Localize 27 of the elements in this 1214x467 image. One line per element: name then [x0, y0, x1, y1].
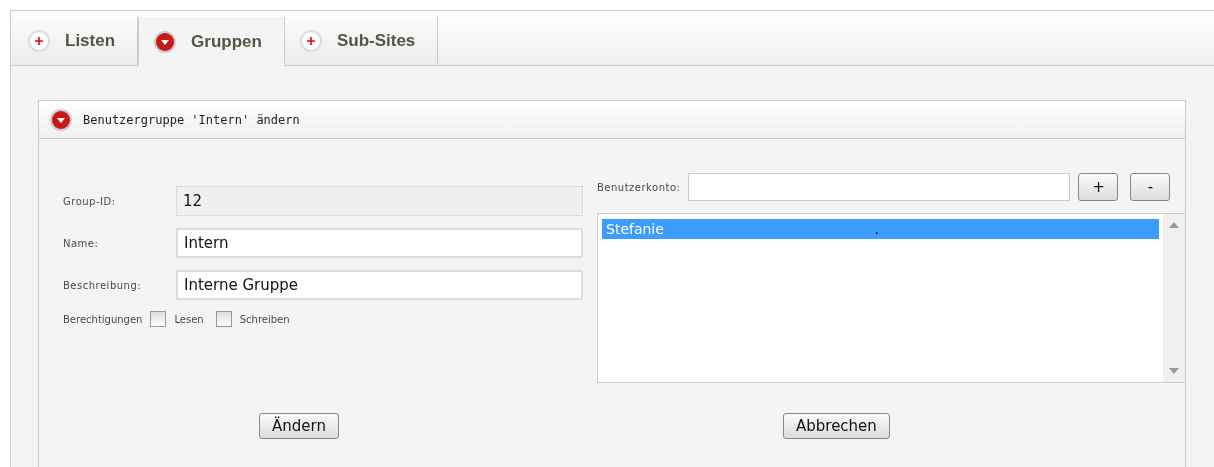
cancel-button[interactable]: Abbrechen	[783, 413, 890, 439]
tab[interactable]: Gruppen	[138, 17, 285, 66]
checkbox-label: Lesen	[174, 313, 204, 325]
scroll-down-icon[interactable]	[1169, 368, 1179, 374]
input-field[interactable]: Interne Gruppe	[176, 270, 583, 300]
collapse-icon[interactable]	[49, 107, 73, 132]
field-label: Benutzerkonto:	[597, 181, 681, 193]
checkbox[interactable]	[215, 311, 232, 327]
field-label: Group-ID:	[63, 195, 117, 207]
scrollbar[interactable]	[1163, 214, 1185, 382]
change-button[interactable]: Ändern	[259, 413, 339, 439]
collapse-icon	[153, 29, 178, 54]
list-item[interactable]: Stefanie .	[602, 219, 1159, 239]
panel-title: Benutzergruppe 'Intern' ändern	[83, 112, 300, 127]
scroll-up-icon[interactable]	[1169, 222, 1179, 228]
checkbox-label: Schreiben	[239, 313, 290, 325]
readonly-field: 12	[176, 186, 583, 216]
field-label: Name:	[63, 237, 100, 249]
remove-button[interactable]: -	[1130, 173, 1171, 201]
field-label: Beschreibung:	[63, 279, 143, 291]
plus-icon	[27, 29, 51, 53]
input-field[interactable]	[688, 173, 1071, 201]
checkbox[interactable]	[150, 311, 167, 327]
field-label: Berechtigungen	[63, 313, 143, 325]
plus-icon	[298, 29, 323, 53]
add-button[interactable]: +	[1078, 173, 1119, 201]
input-field[interactable]: Intern	[176, 228, 583, 258]
